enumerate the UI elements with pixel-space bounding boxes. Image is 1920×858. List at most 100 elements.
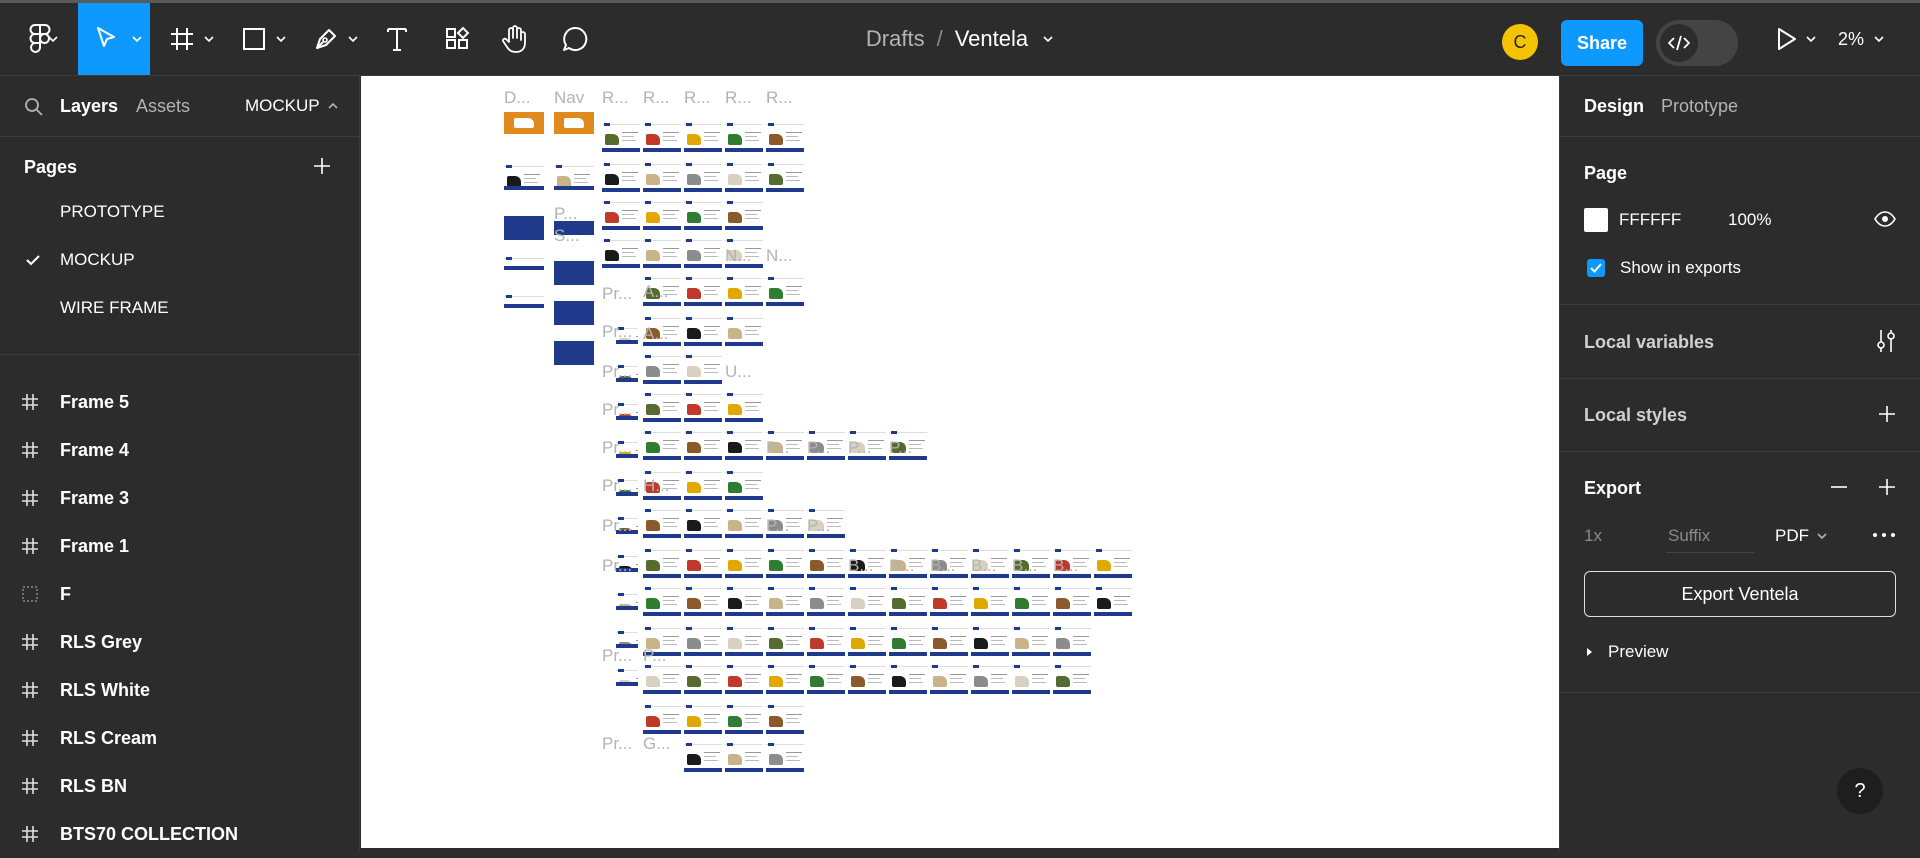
frame-thumbnail[interactable] (643, 586, 681, 616)
frame-name-label[interactable]: P... (554, 204, 577, 224)
tab-layers[interactable]: Layers (60, 96, 118, 117)
frame-name-label[interactable]: N... (766, 246, 792, 266)
frame-thumbnail[interactable] (930, 664, 968, 694)
frame-thumbnail[interactable] (766, 586, 804, 616)
frame-thumbnail[interactable] (504, 164, 544, 190)
page-item[interactable]: WIRE FRAME (0, 288, 360, 328)
frame-thumbnail[interactable] (725, 316, 763, 346)
frame-thumbnail[interactable] (643, 664, 681, 694)
dev-mode-toggle[interactable] (1656, 20, 1738, 66)
export-scale-field[interactable]: 1x (1584, 526, 1602, 546)
frame-thumbnail[interactable] (684, 470, 722, 500)
frame-thumbnail[interactable] (602, 200, 640, 230)
tab-assets[interactable]: Assets (136, 96, 190, 117)
frame-thumbnail[interactable] (504, 112, 544, 134)
frame-thumbnail[interactable] (725, 548, 763, 578)
frame-thumbnail[interactable] (848, 586, 886, 616)
frame-thumbnail[interactable] (684, 548, 722, 578)
frame-name-label[interactable]: H... (643, 476, 669, 496)
frame-name-label[interactable]: P... (807, 438, 830, 458)
frame-name-label[interactable]: Nav (554, 88, 584, 108)
frame-thumbnail[interactable] (504, 256, 544, 270)
pen-tool-button[interactable] (306, 3, 362, 75)
layer-item[interactable]: RLS BN (0, 762, 360, 810)
frame-thumbnail[interactable] (684, 430, 722, 460)
frame-thumbnail[interactable] (684, 392, 722, 422)
frame-thumbnail[interactable] (643, 392, 681, 422)
frame-name-label[interactable]: Pr... (602, 476, 632, 496)
frame-thumbnail[interactable] (725, 704, 763, 734)
export-format-select[interactable]: PDF (1775, 526, 1827, 546)
frame-thumbnail[interactable] (684, 122, 722, 152)
frame-thumbnail[interactable] (684, 664, 722, 694)
text-tool-button[interactable] (376, 3, 418, 75)
layer-item[interactable]: F (0, 570, 360, 618)
frame-thumbnail[interactable] (889, 626, 927, 656)
frame-name-label[interactable]: R... (643, 88, 669, 108)
page-item[interactable]: MOCKUP (0, 240, 360, 280)
frame-name-label[interactable]: P... (848, 438, 871, 458)
frame-thumbnail[interactable] (684, 200, 722, 230)
frame-thumbnail[interactable] (643, 354, 681, 384)
page-switcher[interactable]: MOCKUP (245, 96, 338, 116)
frame-thumbnail[interactable] (504, 216, 544, 240)
chevron-down-icon[interactable] (1042, 35, 1054, 43)
move-tool-button[interactable] (78, 3, 150, 75)
frame-name-label[interactable]: S... (554, 226, 580, 246)
frame-thumbnail[interactable] (807, 664, 845, 694)
canvas[interactable]: D... Nav R... R... R... R... R... P... S... N... N… (361, 76, 1559, 848)
frame-name-label[interactable]: Pr... (602, 734, 632, 754)
frame-name-label[interactable]: R... (766, 88, 792, 108)
frame-thumbnail[interactable] (930, 586, 968, 616)
frame-thumbnail[interactable] (684, 162, 722, 192)
frame-thumbnail[interactable] (643, 430, 681, 460)
export-suffix-input[interactable]: Suffix (1666, 519, 1754, 553)
frame-name-label[interactable]: D... (504, 88, 530, 108)
frame-thumbnail[interactable] (1053, 586, 1091, 616)
frame-name-label[interactable]: B... (848, 556, 874, 576)
frame-thumbnail[interactable] (725, 508, 763, 538)
frame-thumbnail[interactable] (684, 586, 722, 616)
frame-thumbnail[interactable] (1094, 548, 1132, 578)
frame-name-label[interactable]: Pr... (602, 284, 632, 304)
local-styles-heading[interactable]: Local styles (1584, 405, 1687, 426)
frame-tool-button[interactable] (162, 3, 218, 75)
frame-thumbnail[interactable] (848, 664, 886, 694)
layer-item[interactable]: Frame 3 (0, 474, 360, 522)
frame-thumbnail[interactable] (725, 200, 763, 230)
frame-thumbnail[interactable] (807, 626, 845, 656)
layer-item[interactable]: Frame 1 (0, 522, 360, 570)
frame-name-label[interactable]: P... (766, 516, 789, 536)
show-in-exports-checkbox[interactable] (1587, 259, 1605, 277)
frame-thumbnail[interactable] (807, 548, 845, 578)
frame-name-label[interactable]: Pr... (602, 362, 632, 382)
frame-thumbnail[interactable] (766, 548, 804, 578)
frame-thumbnail[interactable] (616, 668, 638, 686)
add-export-icon[interactable] (1878, 478, 1896, 496)
frame-thumbnail[interactable] (766, 276, 804, 306)
frame-thumbnail[interactable] (643, 548, 681, 578)
frame-thumbnail[interactable] (684, 704, 722, 734)
frame-thumbnail[interactable] (1053, 626, 1091, 656)
eye-icon[interactable] (1874, 211, 1896, 227)
more-options-icon[interactable] (1872, 532, 1896, 538)
frame-thumbnail[interactable] (643, 200, 681, 230)
frame-name-label[interactable]: B... (1053, 556, 1079, 576)
frame-name-label[interactable]: Pr... (602, 400, 632, 420)
frame-thumbnail[interactable] (807, 586, 845, 616)
frame-thumbnail[interactable] (1053, 664, 1091, 694)
remove-export-icon[interactable] (1830, 478, 1848, 496)
add-page-icon[interactable] (313, 157, 331, 175)
frame-thumbnail[interactable] (971, 626, 1009, 656)
frame-thumbnail[interactable] (766, 664, 804, 694)
frame-thumbnail[interactable] (766, 704, 804, 734)
frame-name-label[interactable]: B... (1012, 556, 1038, 576)
avatar[interactable]: C (1502, 24, 1538, 60)
help-button[interactable]: ? (1837, 768, 1883, 814)
frame-thumbnail[interactable] (643, 238, 681, 268)
file-name[interactable]: Ventela (955, 26, 1028, 52)
variables-icon[interactable] (1876, 329, 1896, 353)
hand-tool-button[interactable] (494, 3, 536, 75)
page-item[interactable]: PROTOTYPE (0, 192, 360, 232)
frame-name-label[interactable]: U... (725, 362, 751, 382)
